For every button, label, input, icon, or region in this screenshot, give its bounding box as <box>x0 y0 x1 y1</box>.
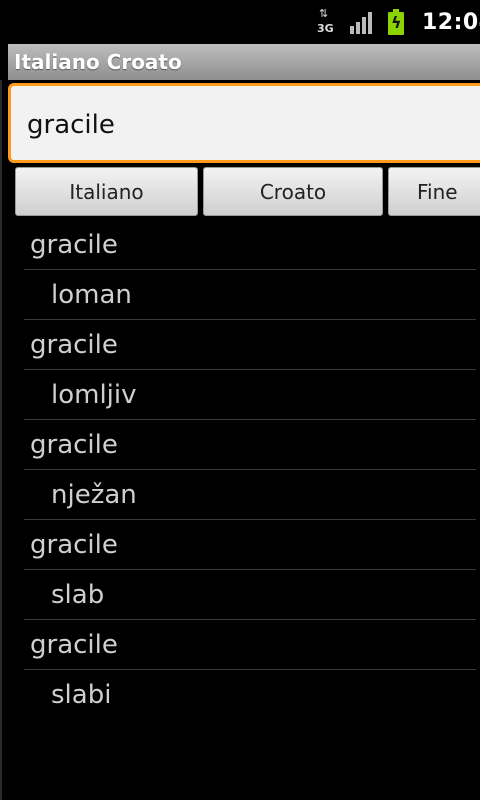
app-title: Italiano Croato <box>14 50 182 74</box>
list-item[interactable]: slab <box>24 570 476 620</box>
list-item[interactable]: gracile <box>24 320 476 370</box>
source-word: gracile <box>30 430 118 460</box>
source-word: gracile <box>30 230 118 260</box>
list-item[interactable]: nježan <box>24 470 476 520</box>
list-item[interactable]: gracile <box>24 520 476 570</box>
app-title-bar: Italiano Croato <box>8 44 480 80</box>
network-type-label: 3G <box>317 22 334 35</box>
network-3g-icon: ⇅ 3G <box>316 8 336 36</box>
battery-charging-icon: ϟ <box>388 9 404 35</box>
status-icons: ⇅ 3G ϟ 12:04 <box>316 0 480 44</box>
data-arrows-icon: ⇅ <box>319 7 329 20</box>
list-item[interactable]: loman <box>24 270 476 320</box>
translation: slabi <box>51 680 112 710</box>
signal-strength-icon <box>350 10 376 34</box>
translation: slab <box>51 580 105 610</box>
list-item[interactable]: gracile <box>24 620 476 670</box>
status-bar: ⇅ 3G ϟ 12:04 <box>0 0 480 44</box>
croato-button[interactable]: Croato <box>203 167 383 216</box>
list-item[interactable]: gracile <box>24 420 476 470</box>
results-list: gracile loman gracile lomljiv gracile nj… <box>0 220 480 719</box>
search-field-container[interactable] <box>8 83 480 163</box>
source-word: gracile <box>30 530 118 560</box>
source-word: gracile <box>30 630 118 660</box>
source-word: gracile <box>30 330 118 360</box>
list-item[interactable]: lomljiv <box>24 370 476 420</box>
search-input[interactable] <box>25 104 469 146</box>
status-clock: 12:04 <box>422 9 480 35</box>
translation: nježan <box>51 480 137 510</box>
list-item[interactable]: gracile <box>24 220 476 270</box>
italiano-button[interactable]: Italiano <box>15 167 198 216</box>
list-item[interactable]: slabi <box>24 670 476 719</box>
translation: loman <box>51 280 132 310</box>
fine-button[interactable]: Fine <box>388 167 480 216</box>
translation: lomljiv <box>51 380 137 410</box>
